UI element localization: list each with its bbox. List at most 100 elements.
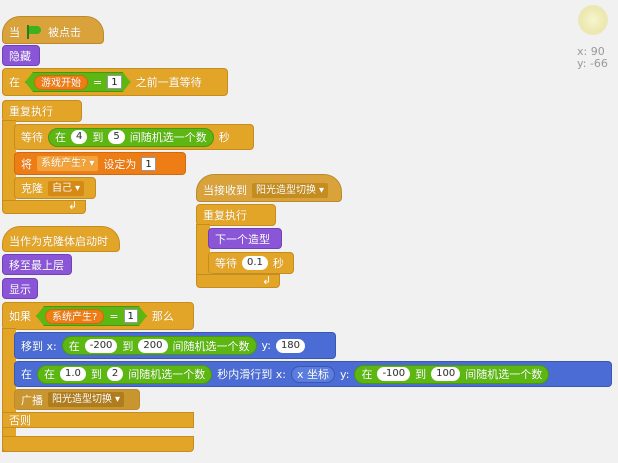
equals-operator[interactable]: 系统产生? = 1 xyxy=(36,306,147,326)
forever-block-2[interactable]: 重复执行 xyxy=(196,204,276,226)
sprite-thumbnail xyxy=(578,5,608,35)
equals-operator[interactable]: 游戏开始 = 1 xyxy=(25,72,131,92)
x-position-reporter[interactable]: x 坐标 xyxy=(291,365,336,383)
hat-clicked-label: 被点击 xyxy=(48,26,81,39)
clone-label: 克隆 xyxy=(21,182,43,195)
random-min-input[interactable]: -100 xyxy=(377,367,411,381)
rand-at-label: 在 xyxy=(55,131,66,144)
hide-block[interactable]: 隐藏 xyxy=(2,45,40,66)
compare-value-input[interactable]: 1 xyxy=(107,75,121,89)
dropdown-arrow-icon: ▾ xyxy=(89,158,95,169)
when-receive-label: 当接收到 xyxy=(203,184,247,197)
clone-target-value: 自己 xyxy=(52,182,72,194)
loop-arrow-icon: ↲ xyxy=(68,199,78,212)
glide-y-suffix-label: 间随机选一个数 xyxy=(465,368,543,381)
random-max-input[interactable]: 100 xyxy=(431,367,461,381)
wait-until-at-label: 在 xyxy=(9,76,20,89)
hat-when-label: 当 xyxy=(9,26,20,39)
set-value-input[interactable]: 1 xyxy=(141,156,156,171)
create-clone-block[interactable]: 克隆 自己 ▾ xyxy=(14,177,96,199)
green-flag-icon xyxy=(25,25,43,39)
coord-y: y: -66 xyxy=(577,57,608,70)
if-else-block[interactable]: 如果 系统产生? = 1 那么 xyxy=(2,302,194,330)
glide-y-at-label: 在 xyxy=(361,368,373,381)
show-label: 显示 xyxy=(9,282,31,296)
dropdown-arrow-icon: ▾ xyxy=(75,182,81,194)
glide-at-label: 在 xyxy=(21,368,32,381)
set-label: 将 xyxy=(21,157,32,171)
when-receive-block[interactable]: 当接收到 阳光造型切换 ▾ xyxy=(196,174,342,202)
variable-reporter[interactable]: 游戏开始 xyxy=(34,75,88,90)
rand-to-label: 到 xyxy=(92,131,104,144)
goto-y-input[interactable]: 180 xyxy=(275,338,306,353)
wait-label: 等待 xyxy=(21,131,43,144)
random-operator-y[interactable]: 在 -100 到 100 间随机选一个数 xyxy=(354,364,550,384)
loop-arrow-icon: ↲ xyxy=(262,274,272,287)
dropdown-arrow-icon: ▾ xyxy=(115,394,121,405)
wait-block-2[interactable]: 等待 0.1 秒 xyxy=(208,252,294,274)
set-variable-block[interactable]: 将 系统产生? ▾ 设定为 1 xyxy=(14,152,186,175)
seconds-label: 秒 xyxy=(218,131,230,144)
compare-value-input[interactable]: 1 xyxy=(124,309,138,323)
random-operator[interactable]: 在 -200 到 200 间随机选一个数 xyxy=(61,336,257,355)
go-front-label: 移至最上层 xyxy=(9,258,64,272)
random-max-input[interactable]: 2 xyxy=(106,367,124,381)
forever-label: 重复执行 xyxy=(9,105,53,118)
glide-y-to-label: 到 xyxy=(415,368,427,381)
show-block[interactable]: 显示 xyxy=(2,278,38,299)
random-max-input[interactable]: 200 xyxy=(138,338,168,353)
variable-dropdown[interactable]: 系统产生? ▾ xyxy=(37,156,99,171)
goto-to-label: 到 xyxy=(122,339,134,353)
else-section: 否则 xyxy=(2,412,194,428)
wait-until-block[interactable]: 在 游戏开始 = 1 之前一直等待 xyxy=(2,68,228,96)
rand-suffix-label: 间随机选一个数 xyxy=(129,131,207,144)
clone-hat-label: 当作为克隆体启动时 xyxy=(9,235,108,248)
random-operator[interactable]: 在 1.0 到 2 间随机选一个数 xyxy=(37,364,213,384)
set-to-label: 设定为 xyxy=(103,157,137,171)
equals-sign: = xyxy=(93,75,103,89)
broadcast-message-value: 阳光造型切换 xyxy=(52,394,112,405)
seconds-label: 秒 xyxy=(272,257,284,270)
wait-label: 等待 xyxy=(215,257,237,270)
goto-suffix-label: 间随机选一个数 xyxy=(172,339,250,353)
broadcast-label: 广播 xyxy=(21,393,43,407)
goto-label: 移到 x: xyxy=(21,339,57,353)
clone-target-dropdown[interactable]: 自己 ▾ xyxy=(48,180,85,196)
go-to-front-block[interactable]: 移至最上层 xyxy=(2,254,72,275)
equals-sign: = xyxy=(109,309,119,323)
forever-block[interactable]: 重复执行 xyxy=(2,100,82,122)
message-dropdown[interactable]: 阳光造型切换 ▾ xyxy=(252,182,329,198)
when-flag-clicked-block[interactable]: 当 被点击 xyxy=(2,16,104,44)
go-to-xy-block[interactable]: 移到 x: 在 -200 到 200 间随机选一个数 y: 180 xyxy=(14,332,336,359)
goto-y-label: y: xyxy=(261,339,271,352)
random-min-input[interactable]: 1.0 xyxy=(60,367,86,381)
else-label: 否则 xyxy=(9,414,31,427)
if-label: 如果 xyxy=(9,310,31,323)
script-canvas[interactable]: x: 90 y: -66 当 被点击 隐藏 在 游戏开始 = 1 之前一直等待 … xyxy=(0,0,618,463)
then-label: 那么 xyxy=(151,310,174,323)
when-start-as-clone-block[interactable]: 当作为克隆体启动时 xyxy=(2,226,120,252)
if-else-foot xyxy=(2,436,194,452)
broadcast-message-dropdown[interactable]: 阳光造型切换 ▾ xyxy=(48,392,125,407)
wait-seconds-input[interactable]: 0.1 xyxy=(242,256,268,270)
variable-reporter[interactable]: 系统产生? xyxy=(45,309,104,324)
set-var-value: 系统产生? xyxy=(41,158,87,169)
random-max-input[interactable]: 5 xyxy=(108,130,125,144)
glide-block[interactable]: 在 在 1.0 到 2 间随机选一个数 秒内滑行到 x: x 坐标 y: 在 -… xyxy=(14,361,612,387)
forever-label: 重复执行 xyxy=(203,209,247,222)
dropdown-arrow-icon: ▾ xyxy=(319,184,325,196)
broadcast-block[interactable]: 广播 阳光造型切换 ▾ xyxy=(14,389,140,410)
random-min-input[interactable]: -200 xyxy=(84,338,118,353)
glide-mid-label: 秒内滑行到 x: xyxy=(217,368,286,381)
next-costume-label: 下一个造型 xyxy=(215,232,270,246)
goto-at-label: 在 xyxy=(68,339,80,353)
random-operator[interactable]: 在 4 到 5 间随机选一个数 xyxy=(48,127,214,147)
glide-suffix-label: 间随机选一个数 xyxy=(128,368,206,381)
random-min-input[interactable]: 4 xyxy=(71,130,88,144)
glide-inner-at-label: 在 xyxy=(44,368,55,381)
glide-to-label: 到 xyxy=(90,368,102,381)
hide-label: 隐藏 xyxy=(9,49,31,63)
wait-random-block[interactable]: 等待 在 4 到 5 间随机选一个数 秒 xyxy=(14,124,254,150)
next-costume-block[interactable]: 下一个造型 xyxy=(208,228,282,249)
wait-until-suffix-label: 之前一直等待 xyxy=(135,76,202,89)
